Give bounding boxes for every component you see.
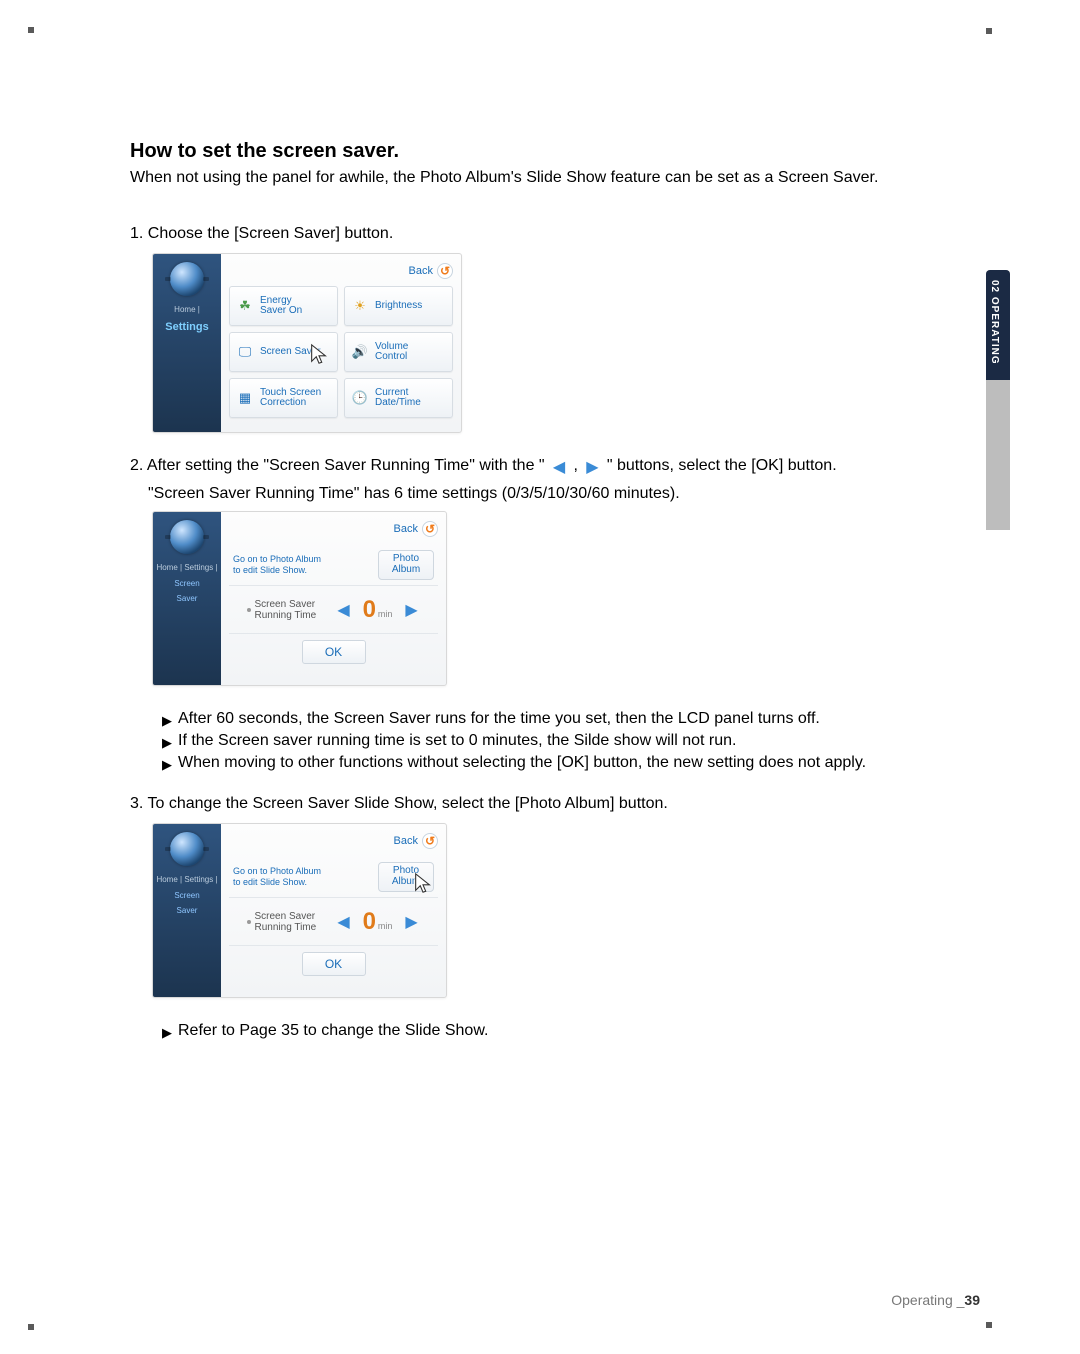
breadcrumb: Home | Settings | bbox=[156, 564, 217, 573]
back-label: Back bbox=[394, 523, 418, 535]
triangle-bullet-icon: ▶ bbox=[162, 757, 172, 773]
footer-section: Operating _ bbox=[891, 1292, 964, 1308]
photo-album-button[interactable]: Photo Album bbox=[378, 550, 434, 580]
tile-label: Current Date/Time bbox=[375, 388, 421, 409]
ok-button[interactable]: OK bbox=[302, 640, 366, 664]
row-description: Go on to Photo Album to edit Slide Show. bbox=[233, 866, 372, 887]
back-button[interactable]: Back ↺ bbox=[394, 833, 438, 849]
breadcrumb-current: Saver bbox=[177, 906, 198, 915]
running-time-label: Screen Saver Running Time bbox=[247, 911, 333, 933]
triangle-bullet-icon: ▶ bbox=[162, 713, 172, 729]
back-label: Back bbox=[409, 265, 433, 277]
tile-date-time[interactable]: 🕒 Current Date/Time bbox=[344, 378, 453, 418]
notes-list: ▶ After 60 seconds, the Screen Saver runs… bbox=[162, 710, 990, 773]
sun-icon: ☀ bbox=[351, 297, 369, 315]
row-description: Go on to Photo Album to edit Slide Show. bbox=[233, 554, 372, 575]
dial-icon bbox=[170, 832, 204, 866]
step-2-line-1: 2. After setting the "Screen Saver Runni… bbox=[130, 457, 990, 475]
page-number: 39 bbox=[964, 1292, 980, 1308]
back-button[interactable]: Back ↺ bbox=[394, 521, 438, 537]
grid-icon: ▦ bbox=[236, 389, 254, 407]
breadcrumb-current: Screen bbox=[174, 579, 199, 588]
screen-saver-screenshot-2: Home | Settings | Screen Saver Back ↺ Go… bbox=[152, 823, 447, 998]
intro-text: When not using the panel for awhile, the… bbox=[130, 169, 990, 187]
dial-icon bbox=[170, 520, 204, 554]
panel-sidebar: Home | Settings | Screen Saver bbox=[153, 512, 221, 685]
note-item: If the Screen saver running time is set … bbox=[178, 732, 737, 750]
running-time-value: 0 min bbox=[355, 596, 401, 624]
triangle-bullet-icon: ▶ bbox=[162, 735, 172, 751]
tile-energy-saver[interactable]: ☘ Energy Saver On bbox=[229, 286, 338, 326]
cursor-icon bbox=[308, 343, 330, 365]
tile-brightness[interactable]: ☀ Brightness bbox=[344, 286, 453, 326]
back-button[interactable]: Back ↺ bbox=[409, 263, 453, 279]
running-time-value: 0 min bbox=[355, 908, 401, 936]
decrease-button[interactable]: ◀ bbox=[335, 598, 353, 622]
breadcrumb-current: Settings bbox=[165, 321, 208, 333]
breadcrumb: Home | Settings | bbox=[156, 876, 217, 885]
screen-saver-screenshot: Home | Settings | Screen Saver Back ↺ Go… bbox=[152, 511, 447, 686]
step-3: 3. To change the Screen Saver Slide Show… bbox=[130, 795, 990, 813]
settings-screenshot: Home | Settings Back ↺ ☘ Energy Saver On bbox=[152, 253, 462, 433]
tile-label: Brightness bbox=[375, 301, 422, 312]
back-label: Back bbox=[394, 835, 418, 847]
cursor-icon bbox=[412, 872, 434, 894]
step-2-line-2: "Screen Saver Running Time" has 6 time s… bbox=[148, 485, 990, 503]
breadcrumb-current: Saver bbox=[177, 594, 198, 603]
notes-list: ▶ Refer to Page 35 to change the Slide Sh… bbox=[162, 1022, 990, 1041]
leaf-icon: ☘ bbox=[236, 297, 254, 315]
tile-volume[interactable]: 🔊 Volume Control bbox=[344, 332, 453, 372]
clock-icon: 🕒 bbox=[351, 389, 369, 407]
left-arrow-icon: ◀ bbox=[549, 460, 569, 474]
increase-button[interactable]: ▶ bbox=[403, 910, 421, 934]
decrease-button[interactable]: ◀ bbox=[335, 910, 353, 934]
tile-screen-saver[interactable]: 🖵 Screen Saver bbox=[229, 332, 338, 372]
monitor-icon: 🖵 bbox=[236, 343, 254, 361]
running-time-label: Screen Saver Running Time bbox=[247, 599, 333, 621]
back-icon: ↺ bbox=[422, 833, 438, 849]
triangle-bullet-icon: ▶ bbox=[162, 1025, 172, 1041]
breadcrumb: Home | bbox=[174, 306, 200, 315]
note-item: After 60 seconds, the Screen Saver runs … bbox=[178, 710, 820, 728]
speaker-icon: 🔊 bbox=[351, 343, 369, 361]
tile-label: Energy Saver On bbox=[260, 296, 302, 317]
page-footer: Operating _39 bbox=[891, 1292, 980, 1308]
tile-label: Volume Control bbox=[375, 342, 408, 363]
tile-label: Touch Screen Correction bbox=[260, 388, 321, 409]
breadcrumb-current: Screen bbox=[174, 891, 199, 900]
dial-icon bbox=[170, 262, 204, 296]
bullet-icon bbox=[247, 608, 251, 612]
back-icon: ↺ bbox=[437, 263, 453, 279]
step-1: 1. Choose the [Screen Saver] button. bbox=[130, 225, 990, 243]
panel-sidebar: Home | Settings | Screen Saver bbox=[153, 824, 221, 997]
note-item: When moving to other functions without s… bbox=[178, 754, 866, 772]
note-item: Refer to Page 35 to change the Slide Sho… bbox=[178, 1022, 488, 1040]
back-icon: ↺ bbox=[422, 521, 438, 537]
tile-touch-correction[interactable]: ▦ Touch Screen Correction bbox=[229, 378, 338, 418]
right-arrow-icon: ▶ bbox=[582, 460, 602, 474]
bullet-icon bbox=[247, 920, 251, 924]
increase-button[interactable]: ▶ bbox=[403, 598, 421, 622]
page-heading: How to set the screen saver. bbox=[130, 140, 990, 163]
panel-sidebar: Home | Settings bbox=[153, 254, 221, 432]
ok-button[interactable]: OK bbox=[302, 952, 366, 976]
